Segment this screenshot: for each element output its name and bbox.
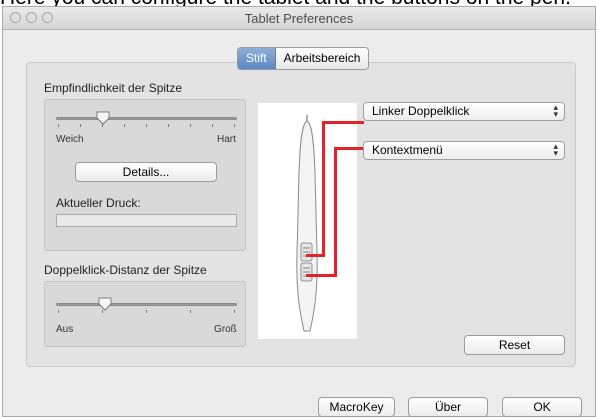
title-bar: Tablet Preferences bbox=[3, 7, 595, 30]
upper-button-value: Linker Doppelklick bbox=[372, 104, 470, 118]
tab-stift[interactable]: Stift bbox=[238, 48, 276, 69]
details-button[interactable]: Details... bbox=[75, 162, 217, 182]
slider-tick bbox=[212, 124, 213, 127]
upper-button-select[interactable]: Linker Doppelklick ▴ ▾ bbox=[363, 102, 565, 121]
current-pressure-label: Aktueller Druck: bbox=[56, 196, 141, 210]
pressure-meter bbox=[56, 214, 237, 227]
lower-callout-line bbox=[334, 147, 364, 150]
pen-illustration bbox=[258, 103, 357, 339]
ok-button[interactable]: OK bbox=[502, 397, 582, 417]
slider-tick bbox=[58, 310, 59, 313]
slider-tick bbox=[124, 124, 125, 127]
slider-tick bbox=[190, 310, 191, 313]
slider-tick bbox=[146, 310, 147, 313]
slider-tick bbox=[234, 310, 235, 313]
weich-label: Weich bbox=[56, 134, 84, 145]
upper-callout-line bbox=[322, 121, 325, 257]
macrokey-button[interactable]: MacroKey bbox=[318, 397, 395, 417]
tip-sensitivity-slider-thumb[interactable] bbox=[96, 111, 110, 125]
slider-tick bbox=[146, 124, 147, 127]
preferences-window: Tablet Preferences Stift Arbeitsbereich … bbox=[2, 6, 596, 417]
updown-arrows-icon: ▴ ▾ bbox=[553, 141, 558, 158]
aus-label: Aus bbox=[56, 324, 74, 335]
slider-tick bbox=[234, 124, 235, 127]
about-button[interactable]: Über bbox=[408, 397, 488, 417]
double-click-group bbox=[44, 281, 246, 347]
updown-arrows-icon: ▴ ▾ bbox=[553, 102, 558, 119]
pen-icon bbox=[296, 115, 318, 332]
lower-callout-line bbox=[334, 147, 337, 277]
gross-label: Groß bbox=[214, 324, 237, 335]
double-click-distance-heading: Doppelklick-Distanz der Spitze bbox=[44, 263, 207, 277]
lower-button-value: Kontextmenü bbox=[372, 143, 443, 157]
slider-tick bbox=[168, 124, 169, 127]
tab-bar: Stift Arbeitsbereich bbox=[237, 47, 370, 70]
slider-tick bbox=[58, 124, 59, 127]
tab-arbeitsbereich[interactable]: Arbeitsbereich bbox=[275, 48, 369, 69]
lower-callout-line bbox=[306, 274, 337, 277]
reset-button[interactable]: Reset bbox=[464, 335, 565, 355]
slider-tick bbox=[80, 124, 81, 127]
tip-sensitivity-track[interactable] bbox=[56, 117, 237, 120]
upper-callout-line bbox=[322, 121, 364, 124]
window-title: Tablet Preferences bbox=[244, 11, 354, 26]
hart-label: Hart bbox=[217, 134, 236, 145]
double-click-track[interactable] bbox=[56, 303, 237, 306]
tip-sensitivity-heading: Empfindlichkeit der Spitze bbox=[44, 81, 183, 95]
slider-tick bbox=[190, 124, 191, 127]
lower-button-select[interactable]: Kontextmenü ▴ ▾ bbox=[363, 141, 565, 160]
double-click-slider-thumb[interactable] bbox=[98, 297, 112, 311]
